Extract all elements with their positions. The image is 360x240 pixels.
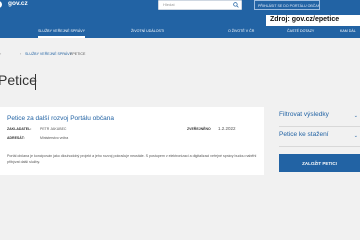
source-label: Zdroj: gov.cz/epetice <box>266 15 360 26</box>
published-row: ZVEŘEJNĚNO <box>187 127 211 131</box>
create-petition-button[interactable]: ZALOŽIT PETICI <box>279 154 360 172</box>
petition-title-link[interactable]: Petice za další rozvoj Portálu občana <box>7 115 114 122</box>
page-title: Petice <box>0 72 37 88</box>
addressee-value: Ministerstvo vnitra <box>40 136 69 140</box>
login-button[interactable]: PŘIHLÁSIT SE DO PORTÁLU OBČANA <box>254 0 320 10</box>
gov-logo-icon[interactable] <box>0 1 2 8</box>
breadcrumb-separator: › <box>64 52 66 56</box>
published-date: 1.2.2022 <box>218 126 236 131</box>
nav-item-life-in-cz[interactable]: O ŽIVOTĚ V ČR <box>228 25 254 38</box>
download-petitions-toggle[interactable]: Petice ke stažení ⌄ <box>279 127 360 147</box>
main-nav: SLUŽBY VEŘEJNÉ SPRÁVY ŽIVOTNÍ UDÁLOSTI O… <box>0 25 360 38</box>
home-icon[interactable]: › <box>0 52 1 56</box>
filter-results-toggle[interactable]: Filtrovat výsledky ⌄ <box>279 107 360 127</box>
nav-item-life-events[interactable]: ŽIVOTNÍ UDÁLOSTI <box>131 25 164 38</box>
search-input[interactable]: Hledat <box>158 0 242 10</box>
petition-description: Portál občana je koncipován jako dlouhod… <box>7 154 257 164</box>
nav-item-more[interactable]: KAM DÁL <box>340 25 356 38</box>
nav-item-faq[interactable]: ČASTÉ DOTAZY <box>287 25 314 38</box>
nav-item-services[interactable]: SLUŽBY VEŘEJNÉ SPRÁVY <box>38 25 86 38</box>
logo-text[interactable]: gov.cz <box>8 0 28 7</box>
addressee-row: ADRESÁT: <box>7 136 25 140</box>
published-value-wrap: 1.2.2022 <box>218 126 236 131</box>
addressee-value-wrap: Ministerstvo vnitra <box>40 136 68 140</box>
breadcrumb-separator: › <box>20 52 22 56</box>
founder-value-wrap: PETR JAKUBEC <box>40 127 66 131</box>
breadcrumb: › › SLUŽBY VEŘEJNÉ SPRÁVY › EPETICE <box>0 52 360 60</box>
addressee-label: ADRESÁT: <box>7 136 25 140</box>
text-caret <box>35 74 36 90</box>
search-placeholder: Hledat <box>163 2 175 7</box>
download-label: Petice ke stažení <box>279 131 329 138</box>
breadcrumb-item-current: EPETICE <box>70 52 86 56</box>
founder-row: ZAKLADATEL: <box>7 127 31 131</box>
filter-label: Filtrovat výsledky <box>279 111 329 118</box>
founder-label: ZAKLADATEL: <box>7 127 32 131</box>
founder-value: PETR JAKUBEC <box>40 127 67 131</box>
chevron-down-icon: ⌄ <box>353 133 358 139</box>
published-label: ZVEŘEJNĚNO <box>187 127 211 131</box>
search-icon[interactable] <box>233 2 239 8</box>
chevron-down-icon: ⌄ <box>353 113 358 119</box>
